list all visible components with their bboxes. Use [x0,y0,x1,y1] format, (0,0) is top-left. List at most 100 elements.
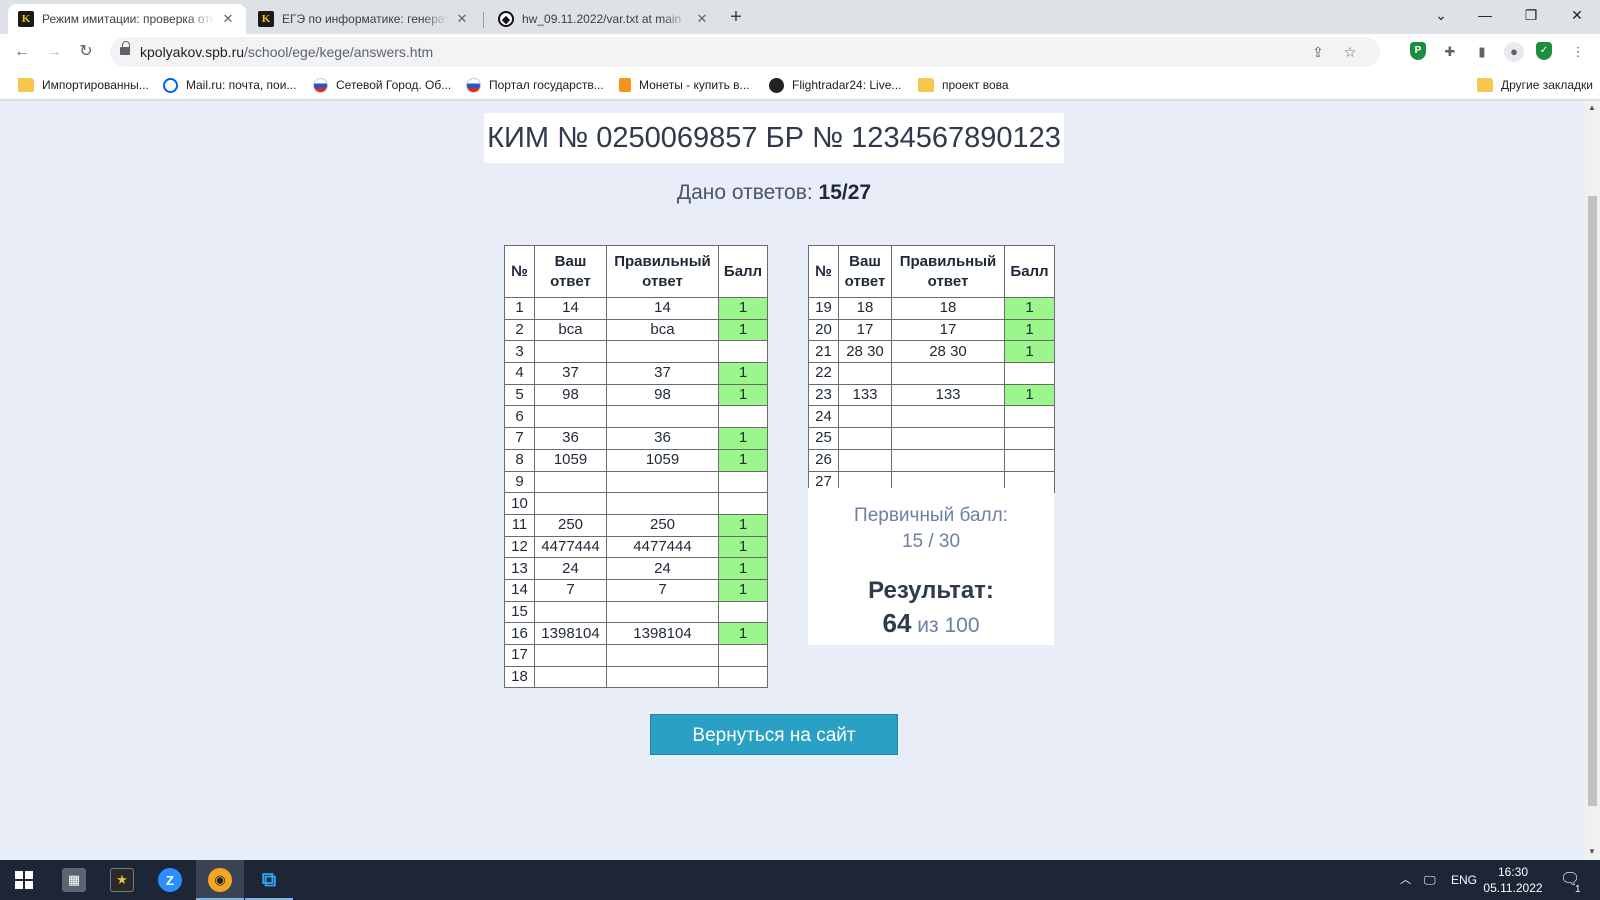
clock[interactable]: 16:30 05.11.2022 [1478,864,1548,896]
cell-your-answer [534,405,607,429]
tab-search-icon[interactable]: ⌄ [1418,0,1464,30]
cell-correct-answer [606,492,719,515]
table-row: 22 [808,362,1055,385]
windows-logo-icon [15,871,33,889]
language-indicator[interactable]: ENG [1451,860,1477,900]
address-bar[interactable]: kpolyakov.spb.ru/school/ege/kege/answers… [110,37,1380,67]
extension-shield-icon[interactable]: P [1410,42,1426,60]
bookmark-star-icon[interactable]: ☆ [1340,42,1360,62]
cell-num: 2 [504,318,535,342]
cell-correct-answer: 28 30 [891,340,1005,364]
zoom-icon: Z [158,868,182,892]
cell-your-answer [534,665,607,689]
cell-correct-answer: 133 [891,383,1005,407]
table-row: 15 [504,600,768,624]
cell-your-answer: 28 30 [838,340,892,364]
extensions-puzzle-icon[interactable]: ✚ [1440,42,1460,62]
bookmark-item[interactable]: Портал государств... [466,76,604,94]
cell-correct-answer [606,340,719,364]
security-shield-icon[interactable]: ✓ [1536,42,1552,60]
close-window-button[interactable]: ✕ [1554,0,1600,30]
col-header-yours: Ваш ответ [838,245,892,298]
cell-correct-answer [891,448,1005,472]
cell-correct-answer: bca [606,318,719,342]
kim-title: КИМ № 0250069857 БР № 1234567890123 [484,113,1064,163]
cell-num: 4 [504,362,535,385]
bookmark-item[interactable]: Импортированны... [18,76,149,94]
scroll-down-icon[interactable]: ▼ [1588,847,1596,856]
cell-your-answer: 4477444 [534,535,607,559]
k-favicon-icon: K [18,11,34,27]
scrollbar-thumb[interactable] [1588,196,1597,806]
table-row: 11 250 250 1 [504,513,768,537]
taskbar-app-browser[interactable]: ◉ [196,860,244,900]
profile-avatar-icon[interactable]: ● [1504,42,1524,62]
share-icon[interactable]: ⇪ [1308,42,1328,62]
cell-correct-answer: 98 [606,383,719,407]
cell-num: 8 [504,448,535,472]
restore-button[interactable]: ❐ [1508,0,1554,30]
other-bookmarks[interactable]: Другие закладки [1477,76,1593,94]
lock-icon[interactable] [120,41,130,57]
k-favicon-icon: K [258,11,274,27]
col-header-correct: Правильный ответ [606,245,719,298]
cell-your-answer: 18 [838,297,892,320]
reload-icon[interactable]: ↻ [74,40,98,64]
tab-1[interactable]: K ЕГЭ по информатике: генератор ✕ [248,4,480,34]
cell-correct-answer: 1059 [606,448,719,472]
table-row: 6 [504,405,768,429]
bookmark-item[interactable]: проект вова [918,76,1009,94]
cell-your-answer: 36 [534,427,607,450]
cell-score [718,665,768,689]
taskbar-app-vscode[interactable]: ⧉ [245,860,293,900]
cell-score [718,600,768,624]
menu-kebab-icon[interactable]: ⋮ [1568,42,1588,62]
taskbar-app-zoom[interactable]: Z [146,860,194,900]
col-header-num: № [808,245,839,298]
table-row: 13 24 24 1 [504,557,768,580]
tray-overflow-icon[interactable]: ︿ [1400,860,1411,900]
cell-num: 10 [504,492,535,515]
cell-num: 22 [808,362,839,385]
bookmark-item[interactable]: Монеты - купить в... [619,76,750,94]
start-button[interactable] [0,860,48,900]
cell-correct-answer: 18 [891,297,1005,320]
new-tab-button[interactable]: + [724,6,748,30]
close-tab-icon[interactable]: ✕ [220,11,236,27]
scroll-up-icon[interactable]: ▲ [1588,103,1596,112]
close-tab-icon[interactable]: ✕ [454,11,470,27]
back-arrow-icon[interactable]: ← [10,40,34,64]
cell-num: 6 [504,405,535,429]
cell-num: 17 [504,644,535,667]
url-text[interactable]: kpolyakov.spb.ru/school/ege/kege/answers… [140,44,433,60]
cell-your-answer [534,470,607,494]
taskbar-app-calculator[interactable]: ▦ [50,860,98,900]
answers-value: 15/27 [818,181,872,204]
cell-score: 1 [718,318,768,342]
page-scrollbar[interactable]: ▲ ▼ [1585,101,1600,860]
cell-num: 1 [504,297,535,320]
cell-score: 1 [718,622,768,645]
tab-0[interactable]: K Режим имитации: проверка отв ✕ [8,4,246,34]
folder-icon [918,78,934,92]
cell-correct-answer: 24 [606,557,719,580]
browser-icon: ◉ [208,868,232,892]
side-panel-icon[interactable]: ▮ [1472,42,1492,62]
calculator-icon: ▦ [62,868,86,892]
url-host: kpolyakov.spb.ru [140,44,245,60]
close-tab-icon[interactable]: ✕ [694,11,710,27]
network-icon[interactable]: 🖵 [1424,860,1436,900]
bookmark-item[interactable]: Mail.ru: почта, пои... [163,76,296,94]
bookmark-item[interactable]: Flightradar24: Live... [769,76,901,94]
cell-your-answer: 133 [838,383,892,407]
back-to-site-button[interactable]: Вернуться на сайт [650,714,898,755]
cell-score [718,470,768,494]
bookmark-item[interactable]: Сетевой Город. Об... [313,76,451,94]
tab-title: hw_09.11.2022/var.txt at main · V [522,12,688,26]
taskbar-app-game[interactable]: ★ [98,860,146,900]
forward-arrow-icon[interactable]: → [42,40,66,64]
cell-correct-answer [606,600,719,624]
cell-your-answer: 250 [534,513,607,537]
tab-2[interactable]: ◆ hw_09.11.2022/var.txt at main · V ✕ [488,4,720,34]
minimize-button[interactable]: — [1462,0,1508,30]
